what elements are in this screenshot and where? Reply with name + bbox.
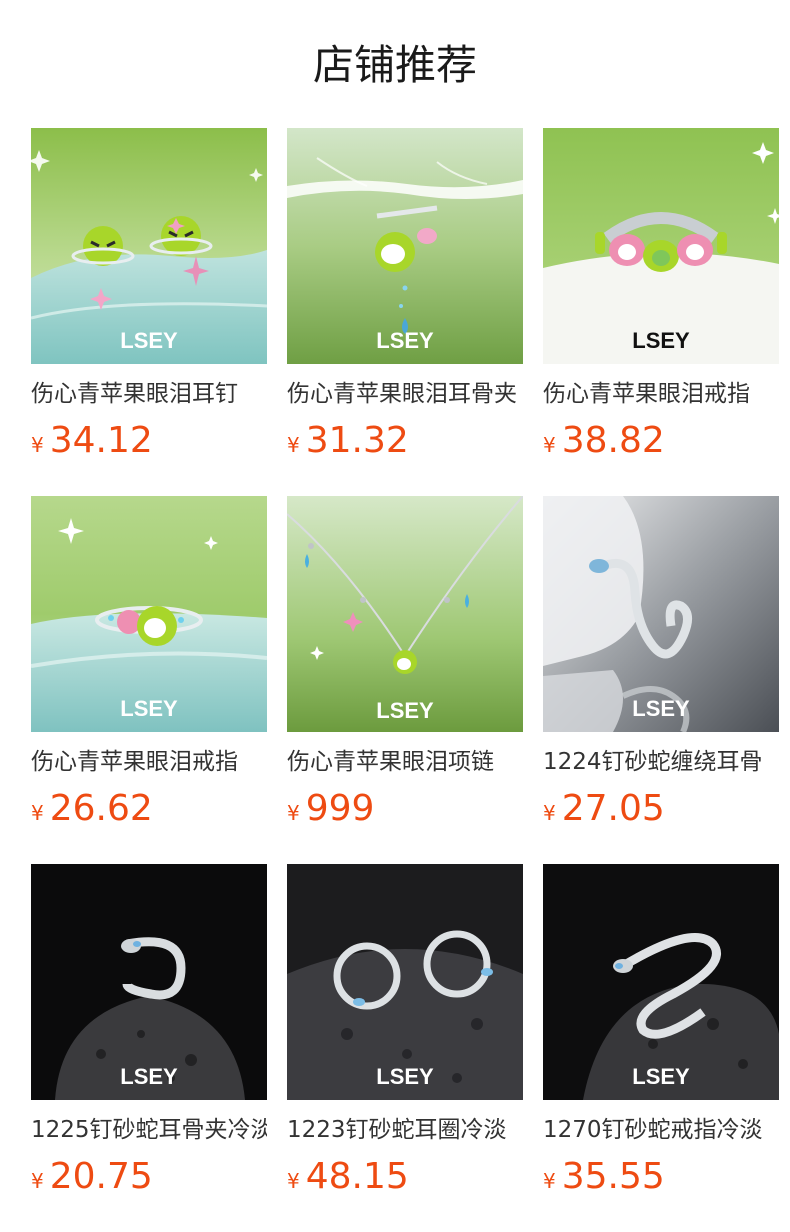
price-amount: 20.75 (49, 1156, 153, 1197)
price-amount: 34.12 (49, 420, 153, 461)
currency-symbol: ¥ (31, 1169, 44, 1193)
brand-watermark: LSEY (632, 1064, 690, 1089)
product-price: ¥27.05 (543, 786, 665, 832)
product-image[interactable]: LSEY (287, 864, 523, 1100)
brand-watermark: LSEY (632, 328, 690, 353)
product-price: ¥20.75 (31, 1154, 153, 1200)
currency-symbol: ¥ (287, 433, 300, 457)
price-amount: 38.82 (561, 420, 665, 461)
product-price: ¥35.55 (543, 1154, 665, 1200)
brand-watermark: LSEY (632, 696, 690, 721)
product-name[interactable]: 1225钉砂蛇耳骨夹冷淡 (31, 1114, 267, 1146)
product-image[interactable]: LSEY (31, 864, 267, 1100)
product-image[interactable]: LSEY (543, 496, 779, 732)
product-name[interactable]: 伤心青苹果眼泪项链 (287, 746, 523, 778)
brand-watermark: LSEY (376, 698, 434, 723)
product-price: ¥38.82 (543, 418, 665, 464)
product-price: ¥31.32 (287, 418, 409, 464)
price-amount: 27.05 (561, 788, 665, 829)
product-image[interactable]: LSEY (31, 128, 267, 364)
price-amount: 999 (305, 788, 375, 829)
product-name[interactable]: 伤心青苹果眼泪耳钉 (31, 378, 267, 410)
product-name[interactable]: 伤心青苹果眼泪耳骨夹 (287, 378, 523, 410)
product-price: ¥999 (287, 786, 374, 832)
product-name[interactable]: 伤心青苹果眼泪戒指 (543, 378, 779, 410)
product-name[interactable]: 1270钉砂蛇戒指冷淡 (543, 1114, 779, 1146)
price-amount: 35.55 (561, 1156, 665, 1197)
product-price: ¥26.62 (31, 786, 153, 832)
product-name[interactable]: 伤心青苹果眼泪戒指 (31, 746, 267, 778)
price-amount: 31.32 (305, 420, 409, 461)
brand-watermark: LSEY (120, 696, 178, 721)
product-image[interactable]: LSEY (287, 496, 523, 732)
product-price: ¥34.12 (31, 418, 153, 464)
product-image[interactable]: LSEY (31, 496, 267, 732)
price-amount: 48.15 (305, 1156, 409, 1197)
product-image[interactable]: LSEY (543, 864, 779, 1100)
currency-symbol: ¥ (31, 433, 44, 457)
brand-watermark: LSEY (376, 1064, 434, 1089)
product-name[interactable]: 1223钉砂蛇耳圈冷淡 (287, 1114, 523, 1146)
price-amount: 26.62 (49, 788, 153, 829)
currency-symbol: ¥ (287, 801, 300, 825)
currency-symbol: ¥ (543, 1169, 556, 1193)
currency-symbol: ¥ (31, 801, 44, 825)
brand-watermark: LSEY (120, 1064, 178, 1089)
product-price: ¥48.15 (287, 1154, 409, 1200)
product-name[interactable]: 1224钉砂蛇缠绕耳骨 (543, 746, 779, 778)
currency-symbol: ¥ (543, 433, 556, 457)
section-title: 店铺推荐 (313, 41, 477, 89)
product-image[interactable]: LSEY (543, 128, 779, 364)
currency-symbol: ¥ (287, 1169, 300, 1193)
brand-watermark: LSEY (376, 328, 434, 353)
product-image[interactable]: LSEY (287, 128, 523, 364)
currency-symbol: ¥ (543, 801, 556, 825)
brand-watermark: LSEY (120, 328, 178, 353)
